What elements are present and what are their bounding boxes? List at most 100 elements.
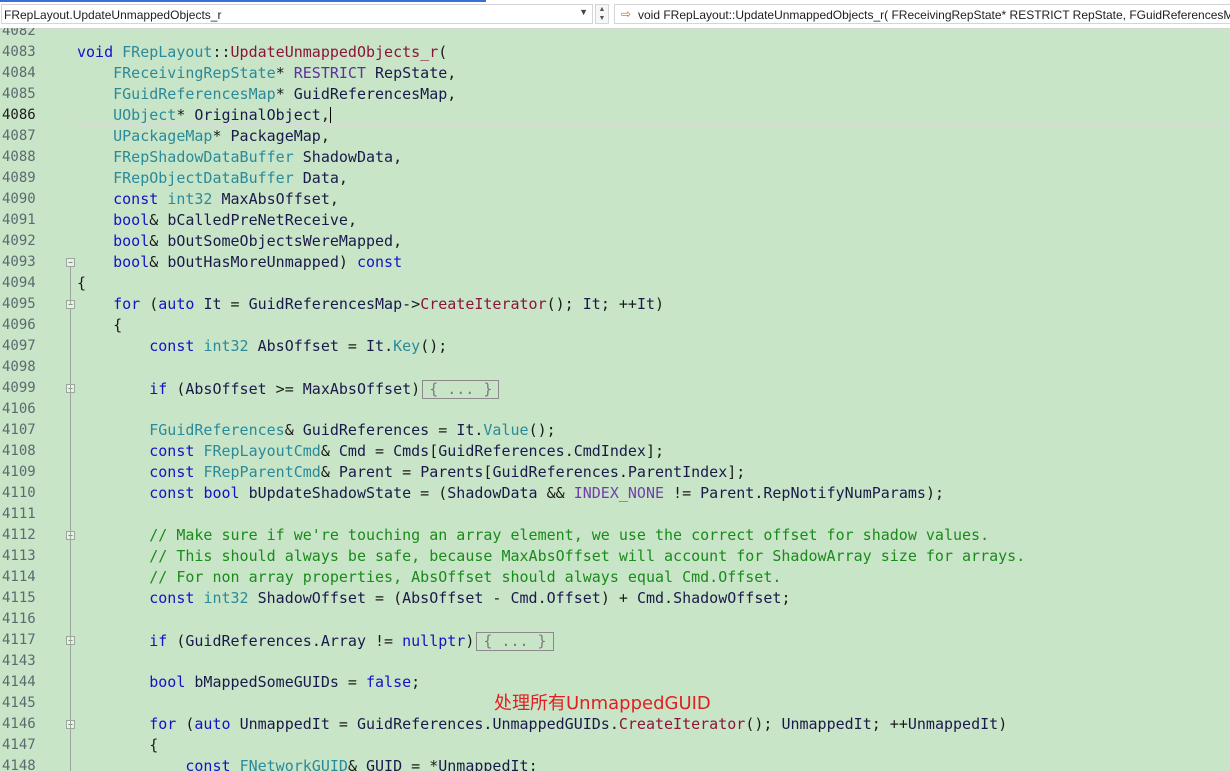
code-text: UPackageMap* PackageMap, [113,127,330,145]
chevron-down-icon[interactable]: ▼ [596,14,608,23]
code-line[interactable]: 4087 UPackageMap* PackageMap, [0,126,1230,147]
code-line[interactable]: 4147 { [0,735,1230,756]
code-line[interactable]: 4116 [0,609,1230,630]
line-number: 4087 [2,128,36,144]
code-line[interactable]: 4083 void FRepLayout::UpdateUnmappedObjec… [0,42,1230,63]
code-text: const int32 MaxAbsOffset, [113,190,339,208]
code-line[interactable]: 4095− for (auto It = GuidReferencesMap->… [0,294,1230,315]
code-line[interactable]: 4106 [0,399,1230,420]
code-text: if (GuidReferences.Array != nullptr){ ..… [77,632,554,651]
line-number: 4114 [2,569,36,585]
code-text: if (AbsOffset >= MaxAbsOffset){ ... } [77,380,500,399]
line-number: 4116 [2,611,36,627]
fold-guide [70,729,71,771]
line-number: 4115 [2,590,36,606]
code-text: // For non array properties, AbsOffset s… [149,568,782,586]
code-line[interactable]: 4088 FRepShadowDataBuffer ShadowData, [0,147,1230,168]
collapsed-block[interactable]: { ... } [476,632,554,651]
active-tab-indicator [0,0,486,2]
code-text: const bool bUpdateShadowState = (ShadowD… [149,484,944,502]
line-number: 4111 [2,506,36,522]
chevron-down-icon[interactable]: ▼ [579,7,588,17]
line-number: 4144 [2,674,36,690]
code-line[interactable]: 4146− for (auto UnmappedIt = GuidReferen… [0,714,1230,735]
code-line[interactable]: 4090 const int32 MaxAbsOffset, [0,189,1230,210]
scope-dropdown[interactable]: FRepLayout.UpdateUnmappedObjects_r ▼ [1,4,593,24]
code-line[interactable]: 4099+ if (AbsOffset >= MaxAbsOffset){ ..… [0,378,1230,399]
code-line[interactable]: 4091 bool& bCalledPreNetReceive, [0,210,1230,231]
text-caret [329,107,331,123]
line-number: 4086 [2,107,36,123]
code-text: UObject* OriginalObject, [113,106,331,124]
line-number: 4107 [2,422,36,438]
chevron-up-icon[interactable]: ▲ [596,5,608,14]
code-line[interactable]: 4114 // For non array properties, AbsOff… [0,567,1230,588]
line-number: 4146 [2,716,36,732]
code-text: bool& bOutSomeObjectsWereMapped, [113,232,403,250]
line-number: 4106 [2,401,36,417]
line-number: 4096 [2,317,36,333]
code-text: const FNetworkGUID& GUID = *UnmappedIt; [185,757,538,771]
line-number: 4113 [2,548,36,564]
collapsed-block[interactable]: { ... } [422,380,500,399]
code-text: FRepShadowDataBuffer ShadowData, [113,148,403,166]
code-text: { [77,736,159,754]
code-line[interactable]: 4115 const int32 ShadowOffset = (AbsOffs… [0,588,1230,609]
code-line[interactable]: 4107 FGuidReferences& GuidReferences = I… [0,420,1230,441]
code-text: { [77,274,87,292]
scope-label: FRepLayout.UpdateUnmappedObjects_r [4,8,222,22]
collapse-icon[interactable]: − [66,258,75,267]
code-text: bool& bCalledPreNetReceive, [113,211,357,229]
nav-spinner[interactable]: ▲ ▼ [595,4,609,24]
code-line[interactable]: 4109 const FRepParentCmd& Parent = Paren… [0,462,1230,483]
line-number: 4089 [2,170,36,186]
line-number: 4082 [2,28,36,39]
code-line[interactable]: 4084 FReceivingRepState* RESTRICT RepSta… [0,63,1230,84]
code-text: const FRepParentCmd& Parent = Parents[Gu… [149,463,746,481]
code-text: { [77,316,123,334]
code-text: for (auto It = GuidReferencesMap->Create… [113,295,665,313]
line-number: 4097 [2,338,36,354]
code-text: const FRepLayoutCmd& Cmd = Cmds[GuidRefe… [149,442,665,460]
code-line[interactable]: 4093 − bool& bOutHasMoreUnmapped) const [0,252,1230,273]
line-number: 4092 [2,233,36,249]
code-line[interactable]: 4092 bool& bOutSomeObjectsWereMapped, [0,231,1230,252]
code-line[interactable]: 4148 const FNetworkGUID& GUID = *Unmappe… [0,756,1230,771]
line-number: 4083 [2,44,36,60]
code-text: for (auto UnmappedIt = GuidReferences.Un… [149,715,1008,733]
fold-guide [70,267,71,305]
code-line[interactable]: 4111 [0,504,1230,525]
line-number: 4110 [2,485,36,501]
code-line[interactable]: 4117+ if (GuidReferences.Array != nullpt… [0,630,1230,651]
code-line[interactable]: 4108 const FRepLayoutCmd& Cmd = Cmds[Gui… [0,441,1230,462]
code-editor[interactable]: 40824083 void FRepLayout::UpdateUnmappedO… [0,28,1230,771]
code-text: bool& bOutHasMoreUnmapped) const [113,253,403,271]
line-number: 4099 [2,380,36,396]
code-line[interactable]: 4112− // Make sure if we're touching an … [0,525,1230,546]
code-line[interactable]: 4097 const int32 AbsOffset = It.Key(); [0,336,1230,357]
code-line[interactable]: 4113 // This should always be safe, beca… [0,546,1230,567]
member-dropdown[interactable]: ⇨ void FRepLayout::UpdateUnmappedObjects… [614,4,1230,24]
line-number: 4112 [2,527,36,543]
line-number: 4108 [2,443,36,459]
code-text: FRepObjectDataBuffer Data, [113,169,348,187]
code-line[interactable]: 4085 FGuidReferencesMap* GuidReferencesM… [0,84,1230,105]
code-text: bool bMappedSomeGUIDs = false; [149,673,421,691]
code-text: FGuidReferences& GuidReferences = It.Val… [149,421,556,439]
code-line[interactable]: 4094 { [0,273,1230,294]
line-number: 4090 [2,191,36,207]
annotation-text: 处理所有UnmappedGUID [494,693,711,714]
line-number: 4143 [2,653,36,669]
code-line[interactable]: 4082 [0,28,1230,42]
code-line[interactable]: 4143 [0,651,1230,672]
member-label: void FRepLayout::UpdateUnmappedObjects_r… [638,8,1230,22]
line-number: 4098 [2,359,36,375]
code-line[interactable]: 4096 { [0,315,1230,336]
code-line[interactable]: 4098 [0,357,1230,378]
code-text: FReceivingRepState* RESTRICT RepState, [113,64,457,82]
method-icon: ⇨ [621,7,632,21]
code-line[interactable]: 4089 FRepObjectDataBuffer Data, [0,168,1230,189]
code-text: const int32 ShadowOffset = (AbsOffset - … [149,589,791,607]
code-line[interactable]: 4110 const bool bUpdateShadowState = (Sh… [0,483,1230,504]
code-line[interactable]: 4086 UObject* OriginalObject, [0,105,1230,126]
